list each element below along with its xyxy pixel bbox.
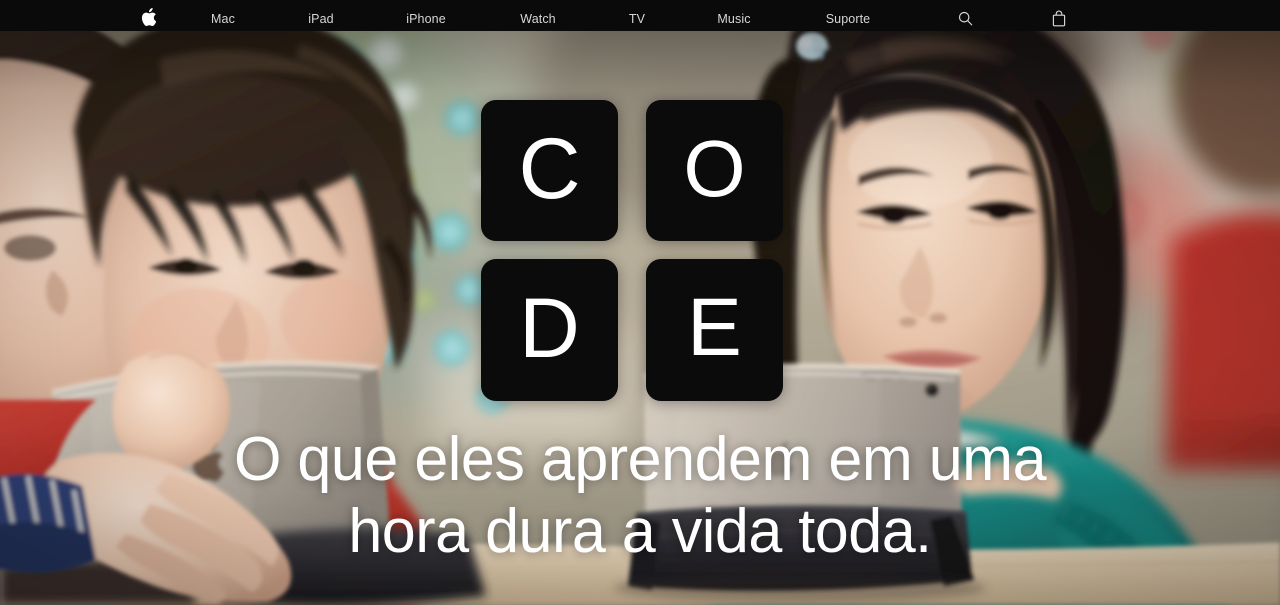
- shopping-bag-icon[interactable]: [1044, 0, 1074, 31]
- search-icon[interactable]: [950, 0, 980, 31]
- hero-headline: O que eles aprendem em uma hora dura a v…: [0, 424, 1280, 568]
- nav-item-tv[interactable]: TV: [594, 0, 680, 31]
- code-tile-d: D: [481, 259, 618, 401]
- code-tile-e: E: [646, 259, 783, 401]
- navigation-inner: Mac iPad iPhone Watch TV Music Suporte: [128, 0, 1152, 31]
- nav-item-music[interactable]: Music: [691, 0, 777, 31]
- headline-line-1: O que eles aprendem em uma: [233, 425, 1047, 494]
- nav-item-ipad[interactable]: iPad: [278, 0, 364, 31]
- code-letter-o: O: [683, 123, 746, 213]
- code-letter-d: D: [519, 281, 580, 375]
- code-tile-c: C: [481, 100, 618, 241]
- headline-line-2: hora dura a vida toda.: [348, 497, 932, 566]
- nav-item-iphone[interactable]: iPhone: [383, 0, 469, 31]
- global-navigation-bar: Mac iPad iPhone Watch TV Music Suporte: [0, 0, 1280, 31]
- code-org-logo[interactable]: C O D E: [481, 100, 783, 401]
- hero-page: Mac iPad iPhone Watch TV Music Suporte C…: [0, 0, 1280, 605]
- code-letter-c: C: [518, 120, 581, 217]
- code-tile-o: O: [646, 100, 783, 241]
- apple-logo-icon[interactable]: [134, 0, 162, 31]
- nav-item-suporte[interactable]: Suporte: [805, 0, 891, 31]
- code-letter-e: E: [687, 282, 742, 373]
- nav-item-watch[interactable]: Watch: [495, 0, 581, 31]
- nav-item-mac[interactable]: Mac: [180, 0, 266, 31]
